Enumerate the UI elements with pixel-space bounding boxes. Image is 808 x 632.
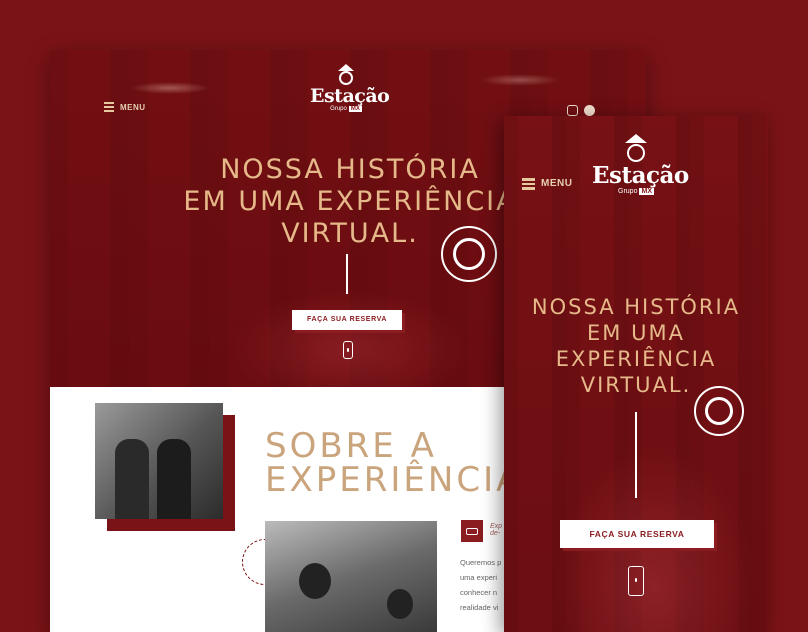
headline-line-1: NOSSA HISTÓRIA bbox=[220, 154, 480, 185]
menu-label: MENU bbox=[541, 178, 573, 190]
experience-label-line: de- bbox=[490, 530, 501, 537]
paragraph-line: realidade vi bbox=[460, 603, 499, 612]
about-title-line-1: SOBRE A bbox=[265, 426, 437, 466]
free-attraction-badge bbox=[694, 386, 744, 436]
menu-icon bbox=[522, 178, 535, 190]
facebook-icon[interactable] bbox=[584, 105, 595, 116]
phone-scroll-icon bbox=[628, 566, 644, 596]
hero-divider bbox=[346, 254, 348, 294]
clock-tower-icon bbox=[337, 64, 355, 86]
paragraph-line: Queremos p bbox=[460, 558, 502, 567]
logo[interactable]: Estação Grupo MX bbox=[310, 64, 390, 112]
vr-user-figure bbox=[299, 563, 331, 599]
mobile-reserve-button[interactable]: FAÇA SUA RESERVA bbox=[560, 520, 714, 548]
headline-line-2: EM UMA EXPERIÊNCIA bbox=[183, 186, 517, 217]
about-paragraph: Queremos p uma experi conhecer n realida… bbox=[460, 555, 501, 615]
vr-experience-photo bbox=[265, 521, 437, 632]
vr-headset-icon bbox=[461, 520, 483, 542]
clock-tower-icon bbox=[624, 134, 648, 164]
menu-button[interactable]: MENU bbox=[104, 102, 146, 112]
phone-scroll-icon bbox=[343, 341, 353, 359]
free-attraction-badge bbox=[441, 226, 497, 282]
logo-group: Grupo MX bbox=[618, 188, 654, 195]
headline-line-3: EXPERIÊNCIA bbox=[555, 347, 717, 371]
badge-ring bbox=[453, 238, 485, 270]
menu-icon bbox=[104, 102, 114, 112]
logo-wordmark: Estação bbox=[310, 85, 390, 107]
vr-user-figure bbox=[387, 589, 413, 619]
reserve-button[interactable]: FAÇA SUA RESERVA bbox=[292, 310, 402, 330]
visitor-figure bbox=[157, 439, 191, 519]
mobile-logo[interactable]: Estação Grupo MX bbox=[592, 134, 689, 195]
about-title-line-2: EXPERIÊNCIA bbox=[265, 460, 523, 500]
paragraph-line: conhecer n bbox=[460, 588, 498, 597]
social-links bbox=[567, 105, 595, 116]
instagram-icon[interactable] bbox=[567, 105, 578, 116]
paragraph-line: uma experi bbox=[460, 573, 498, 582]
about-title: SOBRE A EXPERIÊNCIA bbox=[265, 429, 522, 497]
headline-line-2: EM UMA bbox=[587, 321, 685, 345]
headline-line-1: NOSSA HISTÓRIA bbox=[531, 295, 741, 319]
mobile-hero-headline: NOSSA HISTÓRIA EM UMA EXPERIÊNCIA VIRTUA… bbox=[504, 294, 768, 398]
experience-label: Exp de- bbox=[490, 523, 502, 537]
menu-label: MENU bbox=[120, 102, 146, 112]
experience-label-line: Exp bbox=[490, 523, 503, 530]
visitor-figure bbox=[115, 439, 149, 519]
mobile-menu-button[interactable]: MENU bbox=[522, 178, 572, 190]
visitors-photo bbox=[95, 403, 223, 519]
mobile-mockup: MENU Estação Grupo MX NOSSA HISTÓRIA EM U… bbox=[504, 116, 768, 632]
badge-ring bbox=[705, 397, 733, 425]
mobile-hero-divider bbox=[635, 412, 637, 498]
logo-wordmark: Estação bbox=[592, 162, 689, 189]
